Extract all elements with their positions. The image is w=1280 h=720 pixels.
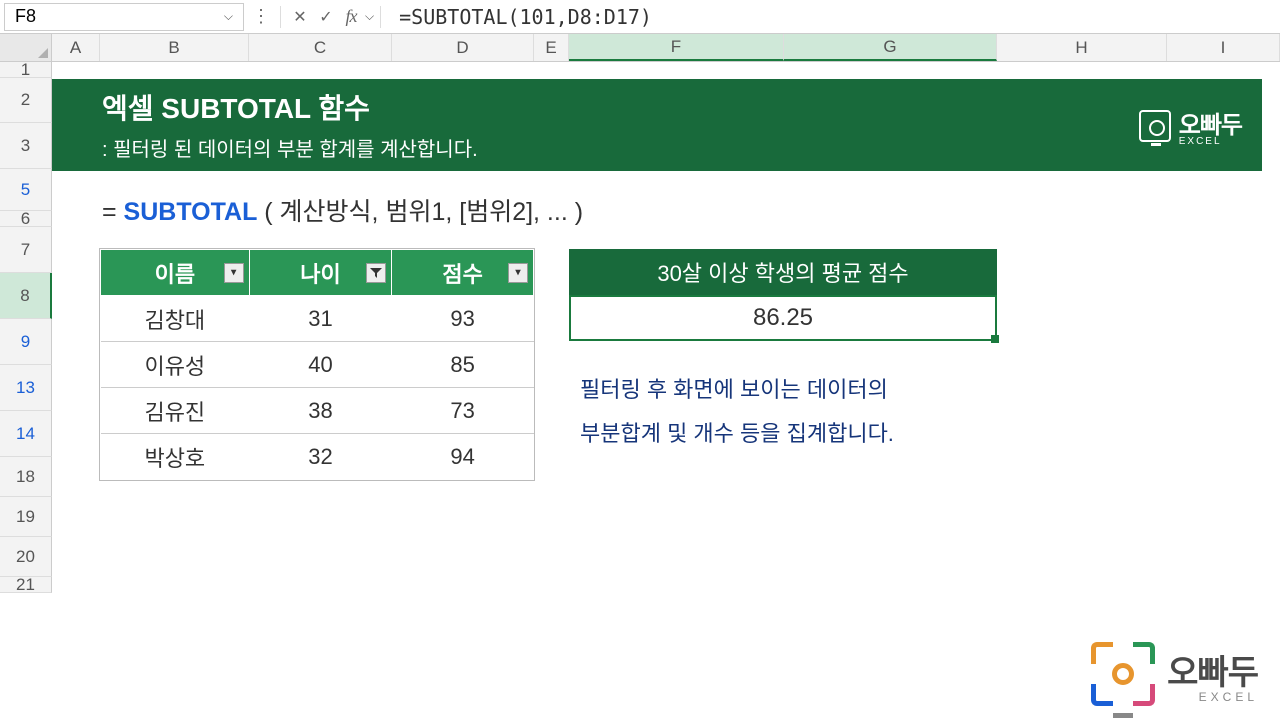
brand-logo-small: 오빠두 EXCEL (1139, 105, 1242, 147)
table-cell[interactable]: 31 (249, 296, 392, 342)
logo-icon (1139, 110, 1171, 142)
col-header-B[interactable]: B (100, 34, 249, 61)
syntax-prefix: = (102, 198, 124, 226)
title-banner: 엑셀 SUBTOTAL 함수 : 필터링 된 데이터의 부분 합계를 계산합니다… (52, 79, 1262, 171)
table-header-0: 이름 ▾ (101, 250, 250, 296)
formula-bar-options-icon[interactable]: ⋮ (248, 6, 274, 27)
row-header-14[interactable]: 14 (0, 411, 52, 457)
col-header-C[interactable]: C (249, 34, 392, 61)
row-header-5[interactable]: 5 (0, 169, 52, 211)
row-header-18[interactable]: 18 (0, 457, 52, 497)
row-header-3[interactable]: 3 (0, 123, 52, 169)
note-line1: 필터링 후 화면에 보이는 데이터의 (580, 368, 894, 412)
col-header-H[interactable]: H (997, 34, 1167, 61)
row-header-20[interactable]: 20 (0, 537, 52, 577)
result-cell[interactable]: 86.25 (569, 295, 997, 341)
cells-area[interactable]: 엑셀 SUBTOTAL 함수 : 필터링 된 데이터의 부분 합계를 계산합니다… (52, 62, 1280, 593)
separator (280, 6, 281, 28)
name-box-dropdown-icon[interactable]: ⌵ (224, 9, 233, 24)
col-header-D[interactable]: D (392, 34, 534, 61)
col-header-G[interactable]: G (784, 34, 997, 61)
table-row: 김창대3193 (101, 296, 534, 342)
fx-dropdown-icon[interactable]: ⌵ (365, 9, 374, 24)
row-header-8[interactable]: 8 (0, 273, 52, 319)
page-title: 엑셀 SUBTOTAL 함수 (102, 87, 1212, 127)
name-box[interactable]: F8 ⌵ (4, 3, 244, 31)
col-header-I[interactable]: I (1167, 34, 1280, 61)
cancel-button[interactable]: ✕ (287, 4, 313, 30)
logo-text: 오빠두 (1167, 654, 1258, 692)
col-header-E[interactable]: E (534, 34, 569, 61)
page-subtitle: : 필터링 된 데이터의 부분 합계를 계산합니다. (102, 133, 1212, 162)
formula-input[interactable]: =SUBTOTAL(101,D8:D17) (387, 5, 1280, 29)
spreadsheet-grid: A B C D E F G H I 12356789131418192021 엑… (0, 34, 1280, 593)
data-table: 이름▾나이점수▾ 김창대3193이유성4085김유진3873박상호3294 (100, 249, 534, 480)
col-header-A[interactable]: A (52, 34, 100, 61)
formula-bar: F8 ⌵ ⋮ ✕ ✓ fx ⌵ =SUBTOTAL(101,D8:D17) (0, 0, 1280, 34)
table-cell[interactable]: 93 (392, 296, 534, 342)
insert-function-button[interactable]: fx (339, 4, 365, 30)
note-line2: 부분합계 및 개수 등을 집계합니다. (580, 412, 894, 456)
logo-text: 오빠두 (1179, 112, 1242, 139)
row-header-13[interactable]: 13 (0, 365, 52, 411)
table-cell[interactable]: 40 (249, 342, 392, 388)
result-header: 30살 이상 학생의 평균 점수 (569, 249, 997, 295)
table-row: 박상호3294 (101, 434, 534, 480)
function-syntax: = SUBTOTAL ( 계산방식, 범위1, [범위2], ... ) (102, 192, 583, 228)
table-header-1: 나이 (249, 250, 392, 296)
syntax-args: ( 계산방식, 범위1, [범위2], ... ) (257, 198, 583, 226)
table-cell[interactable]: 32 (249, 434, 392, 480)
separator (380, 6, 381, 28)
row-header-19[interactable]: 19 (0, 497, 52, 537)
logo-icon (1091, 642, 1155, 706)
table-cell[interactable]: 73 (392, 388, 534, 434)
row-header-1[interactable]: 1 (0, 62, 52, 78)
name-box-value: F8 (15, 6, 36, 27)
description-note: 필터링 후 화면에 보이는 데이터의 부분합계 및 개수 등을 집계합니다. (580, 368, 894, 456)
col-header-F[interactable]: F (569, 34, 784, 61)
table-header-2: 점수 ▾ (392, 250, 534, 296)
enter-button[interactable]: ✓ (313, 4, 339, 30)
column-headers: A B C D E F G H I (0, 34, 1280, 62)
filter-dropdown-icon[interactable]: ▾ (224, 263, 244, 283)
table-row: 이유성4085 (101, 342, 534, 388)
row-header-2[interactable]: 2 (0, 78, 52, 123)
brand-logo-large: 오빠두 EXCEL (1091, 642, 1258, 706)
table-cell[interactable]: 김창대 (101, 296, 250, 342)
row-header-21[interactable]: 21 (0, 577, 52, 593)
table-header-label: 이름 (155, 262, 195, 287)
table-header-label: 나이 (300, 262, 340, 287)
select-all-corner[interactable] (0, 34, 52, 61)
syntax-function-name: SUBTOTAL (124, 198, 258, 226)
table-row: 김유진3873 (101, 388, 534, 434)
filter-dropdown-icon[interactable]: ▾ (508, 263, 528, 283)
row-header-7[interactable]: 7 (0, 227, 52, 273)
table-cell[interactable]: 94 (392, 434, 534, 480)
table-cell[interactable]: 박상호 (101, 434, 250, 480)
table-header-label: 점수 (442, 262, 482, 287)
table-cell[interactable]: 김유진 (101, 388, 250, 434)
row-header-9[interactable]: 9 (0, 319, 52, 365)
row-header-6[interactable]: 6 (0, 211, 52, 227)
row-headers: 12356789131418192021 (0, 62, 52, 593)
table-cell[interactable]: 85 (392, 342, 534, 388)
table-cell[interactable]: 이유성 (101, 342, 250, 388)
filter-active-icon[interactable] (366, 263, 386, 283)
table-cell[interactable]: 38 (249, 388, 392, 434)
